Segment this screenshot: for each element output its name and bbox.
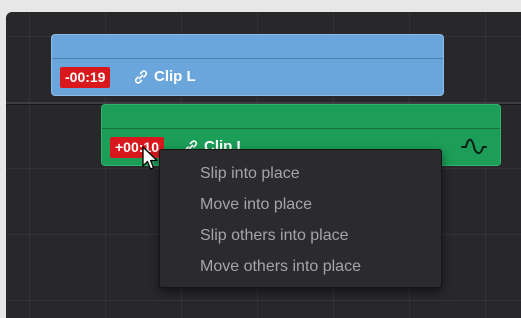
link-icon: [134, 70, 148, 84]
menu-item-slip-into-place[interactable]: Slip into place: [160, 158, 441, 189]
clip-upper[interactable]: -00:19 Clip L: [51, 34, 444, 96]
timeline-area[interactable]: -00:19 Clip L +00:10 Clip L Slip into pl…: [6, 12, 521, 318]
clip-header-line: [102, 128, 500, 129]
menu-item-slip-others-into-place[interactable]: Slip others into place: [160, 220, 441, 251]
waveform-icon: [461, 138, 487, 155]
context-menu: Slip into place Move into place Slip oth…: [159, 149, 442, 288]
timecode-badge: -00:19: [60, 67, 111, 88]
menu-item-move-others-into-place[interactable]: Move others into place: [160, 251, 441, 282]
menu-item-move-into-place[interactable]: Move into place: [160, 189, 441, 220]
arrow-pointer-icon: [142, 146, 158, 170]
clip-name: Clip L: [154, 68, 196, 85]
clip-header-line: [52, 58, 443, 59]
